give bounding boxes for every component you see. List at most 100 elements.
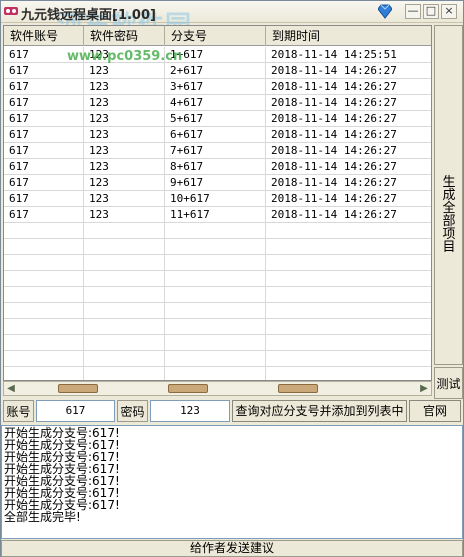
cell-account: 617 <box>4 111 84 127</box>
empty-cell <box>4 367 84 380</box>
empty-cell <box>266 287 431 303</box>
scroll-left-icon[interactable]: ◀ <box>4 382 18 395</box>
empty-cell <box>4 303 84 319</box>
table-row[interactable]: 617 123 9+617 2018-11-14 14:26:27 <box>4 175 431 191</box>
table-row[interactable]: 617 123 11+617 2018-11-14 14:26:27 <box>4 207 431 223</box>
empty-cell <box>4 239 84 255</box>
cell-account: 617 <box>4 143 84 159</box>
send-feedback-button[interactable]: 给作者发送建议 <box>1 540 463 557</box>
column-header-expiry[interactable]: 到期时间 <box>266 26 431 46</box>
column-header-password[interactable]: 软件密码 <box>84 26 165 46</box>
table-row[interactable]: 617 123 6+617 2018-11-14 14:26:27 <box>4 127 431 143</box>
cell-expiry: 2018-11-14 14:26:27 <box>271 144 397 157</box>
account-input[interactable]: 617 <box>36 400 115 422</box>
query-form: 账号 617 密码 123 查询对应分支号并添加到列表中 官网 <box>1 400 463 423</box>
empty-cell <box>84 223 165 239</box>
cell-branch: 5+617 <box>165 111 266 127</box>
empty-cell <box>4 319 84 335</box>
branch-table[interactable]: 软件账号 软件密码 分支号 到期时间 617 123 1+617 2018-11-14… <box>3 25 432 381</box>
table-row[interactable]: 617 123 3+617 2018-11-14 14:26:27 <box>4 79 431 95</box>
empty-cell <box>266 351 431 367</box>
cell-branch: 1+617 <box>165 47 266 63</box>
cell-password: 123 <box>84 175 165 191</box>
table-row[interactable]: 617 123 7+617 2018-11-14 14:26:27 <box>4 143 431 159</box>
table-row[interactable]: 617 123 10+617 2018-11-14 14:26:27 <box>4 191 431 207</box>
log-output[interactable]: 开始生成分支号:617! 开始生成分支号:617! 开始生成分支号:617! 开始生成… <box>1 425 463 539</box>
column-header-branch[interactable]: 分支号 <box>165 26 266 46</box>
empty-cell <box>4 351 84 367</box>
generate-all-button[interactable]: 生成全部项目 <box>434 25 463 365</box>
empty-cell <box>84 367 165 380</box>
log-line: 全部生成完毕! <box>4 510 81 524</box>
skin-icon[interactable] <box>378 4 392 19</box>
cell-password: 123 <box>84 191 165 207</box>
empty-cell <box>266 239 431 255</box>
password-input[interactable]: 123 <box>150 400 230 422</box>
window-title: 九元钱远程桌面[1.00] <box>21 8 156 23</box>
scroll-thumb[interactable] <box>168 384 208 393</box>
empty-cell <box>84 303 165 319</box>
empty-cell <box>165 303 266 319</box>
empty-row <box>4 255 431 271</box>
app-icon <box>4 7 18 15</box>
empty-cell <box>165 335 266 351</box>
empty-cell <box>4 335 84 351</box>
empty-cell <box>266 271 431 287</box>
cell-password: 123 <box>84 63 165 79</box>
empty-row <box>4 303 431 319</box>
cell-account: 617 <box>4 63 84 79</box>
test-button[interactable]: 测试 <box>434 367 463 399</box>
cell-expiry: 2018-11-14 14:26:27 <box>271 64 397 77</box>
account-label: 账号 <box>3 400 34 422</box>
scroll-right-icon[interactable]: ▶ <box>417 382 431 395</box>
empty-cell <box>84 287 165 303</box>
official-site-button[interactable]: 官网 <box>409 400 461 422</box>
password-label: 密码 <box>117 400 148 422</box>
cell-branch: 10+617 <box>165 191 266 207</box>
cell-password: 123 <box>84 79 165 95</box>
empty-cell <box>266 319 431 335</box>
cell-account: 617 <box>4 47 84 63</box>
empty-cell <box>84 255 165 271</box>
close-button[interactable]: × <box>441 4 457 19</box>
cell-branch: 11+617 <box>165 207 266 223</box>
empty-row <box>4 351 431 367</box>
column-header-account[interactable]: 软件账号 <box>4 26 84 46</box>
query-add-button[interactable]: 查询对应分支号并添加到列表中 <box>232 400 407 422</box>
title-bar[interactable]: 河东软件园 九元钱远程桌面[1.00] — □ × <box>1 1 463 41</box>
empty-cell <box>165 239 266 255</box>
empty-cell <box>84 351 165 367</box>
cell-branch: 6+617 <box>165 127 266 143</box>
scroll-thumb[interactable] <box>58 384 98 393</box>
cell-account: 617 <box>4 191 84 207</box>
empty-cell <box>165 351 266 367</box>
empty-cell <box>84 335 165 351</box>
empty-row <box>4 335 431 351</box>
cell-expiry: 2018-11-14 14:26:27 <box>271 160 397 173</box>
table-row[interactable]: 617 123 2+617 2018-11-14 14:26:27 <box>4 63 431 79</box>
scroll-thumb[interactable] <box>278 384 318 393</box>
horizontal-scrollbar[interactable]: ◀ ▶ <box>3 381 432 396</box>
empty-row <box>4 319 431 335</box>
table-row[interactable]: 617 123 8+617 2018-11-14 14:26:27 <box>4 159 431 175</box>
cell-branch: 3+617 <box>165 79 266 95</box>
table-row[interactable]: 617 123 5+617 2018-11-14 14:26:27 <box>4 111 431 127</box>
empty-cell <box>266 335 431 351</box>
cell-password: 123 <box>84 207 165 223</box>
empty-cell <box>84 271 165 287</box>
empty-cell <box>84 239 165 255</box>
cell-branch: 7+617 <box>165 143 266 159</box>
empty-cell <box>165 271 266 287</box>
empty-cell <box>165 367 266 380</box>
maximize-button[interactable]: □ <box>423 4 439 19</box>
cell-expiry: 2018-11-14 14:26:27 <box>271 80 397 93</box>
minimize-button[interactable]: — <box>405 4 421 19</box>
log-lines: 开始生成分支号:617! 开始生成分支号:617! 开始生成分支号:617! 开始生成… <box>4 427 460 523</box>
empty-cell <box>4 287 84 303</box>
cell-password: 123 <box>84 127 165 143</box>
table-row[interactable]: 617 123 4+617 2018-11-14 14:26:27 <box>4 95 431 111</box>
cell-branch: 8+617 <box>165 159 266 175</box>
empty-cell <box>165 223 266 239</box>
table-row[interactable]: 617 123 1+617 2018-11-14 14:25:51 <box>4 47 431 63</box>
app-window: 河东软件园 九元钱远程桌面[1.00] — □ × www.pc0359.cn … <box>0 0 464 557</box>
